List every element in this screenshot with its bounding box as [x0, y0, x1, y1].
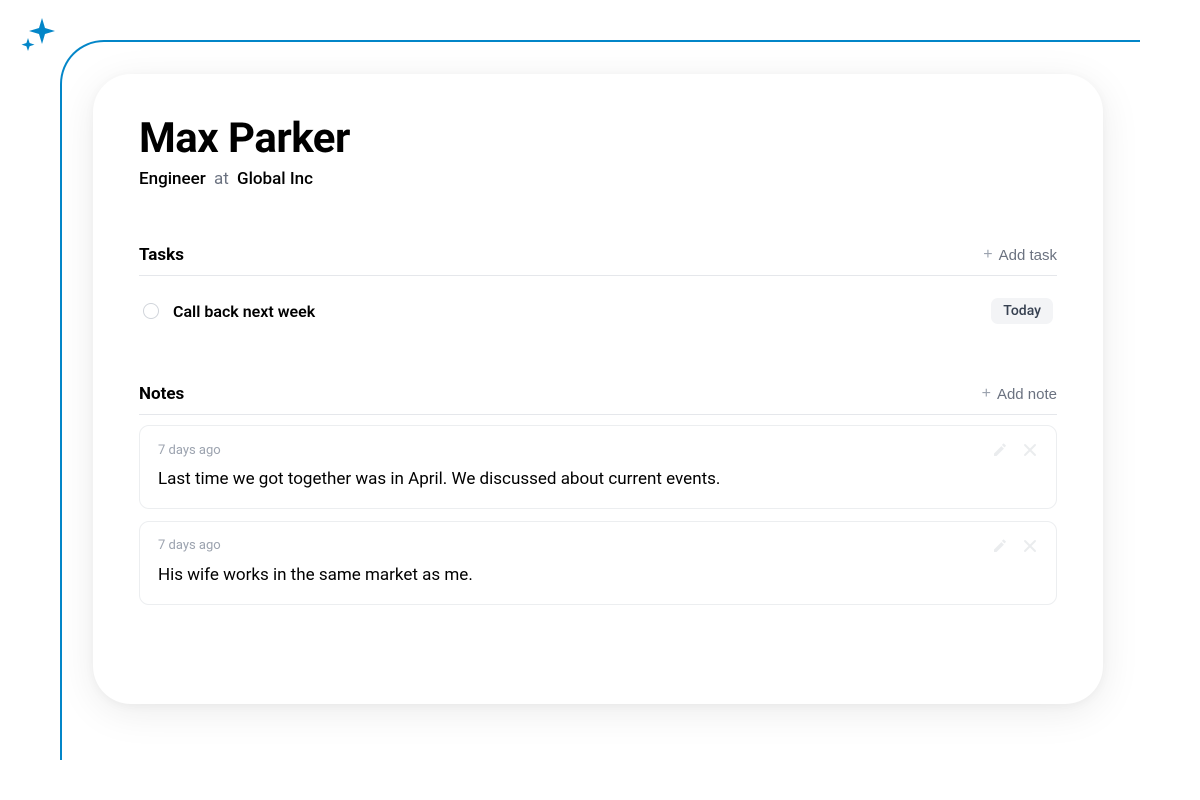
- add-note-button[interactable]: + Add note: [982, 386, 1057, 403]
- notes-header: Notes + Add note: [139, 384, 1057, 415]
- contact-subtitle: Engineer at Global Inc: [139, 169, 1057, 189]
- tasks-heading: Tasks: [139, 245, 184, 265]
- edit-icon[interactable]: [992, 538, 1008, 554]
- plus-icon: +: [982, 386, 991, 402]
- task-text: Call back next week: [173, 302, 315, 321]
- tasks-header: Tasks + Add task: [139, 245, 1057, 276]
- close-icon[interactable]: [1022, 442, 1038, 458]
- contact-name: Max Parker: [139, 114, 1057, 163]
- subtitle-separator: at: [214, 169, 229, 189]
- contact-company: Global Inc: [237, 169, 313, 189]
- task-due-badge[interactable]: Today: [991, 298, 1053, 324]
- add-task-button[interactable]: + Add task: [983, 247, 1057, 264]
- note-body: His wife works in the same market as me.: [158, 564, 1038, 588]
- note-timestamp: 7 days ago: [158, 443, 221, 458]
- note-card[interactable]: 7 days ago Last time we got together was…: [139, 425, 1057, 509]
- task-checkbox[interactable]: [143, 303, 159, 319]
- plus-icon: +: [983, 247, 992, 263]
- note-timestamp: 7 days ago: [158, 538, 221, 553]
- tasks-section: Tasks + Add task Call back next week Tod…: [139, 245, 1057, 336]
- note-card[interactable]: 7 days ago His wife works in the same ma…: [139, 521, 1057, 605]
- add-note-label: Add note: [997, 386, 1057, 403]
- notes-heading: Notes: [139, 384, 184, 404]
- notes-section: Notes + Add note 7 days ago Last time we…: [139, 384, 1057, 605]
- task-row[interactable]: Call back next week Today: [139, 286, 1057, 336]
- note-body: Last time we got together was in April. …: [158, 468, 1038, 492]
- close-icon[interactable]: [1022, 538, 1038, 554]
- sparkle-icon: [18, 14, 58, 62]
- edit-icon[interactable]: [992, 442, 1008, 458]
- contact-card: Max Parker Engineer at Global Inc Tasks …: [93, 74, 1103, 704]
- contact-role: Engineer: [139, 169, 206, 189]
- add-task-label: Add task: [999, 247, 1057, 264]
